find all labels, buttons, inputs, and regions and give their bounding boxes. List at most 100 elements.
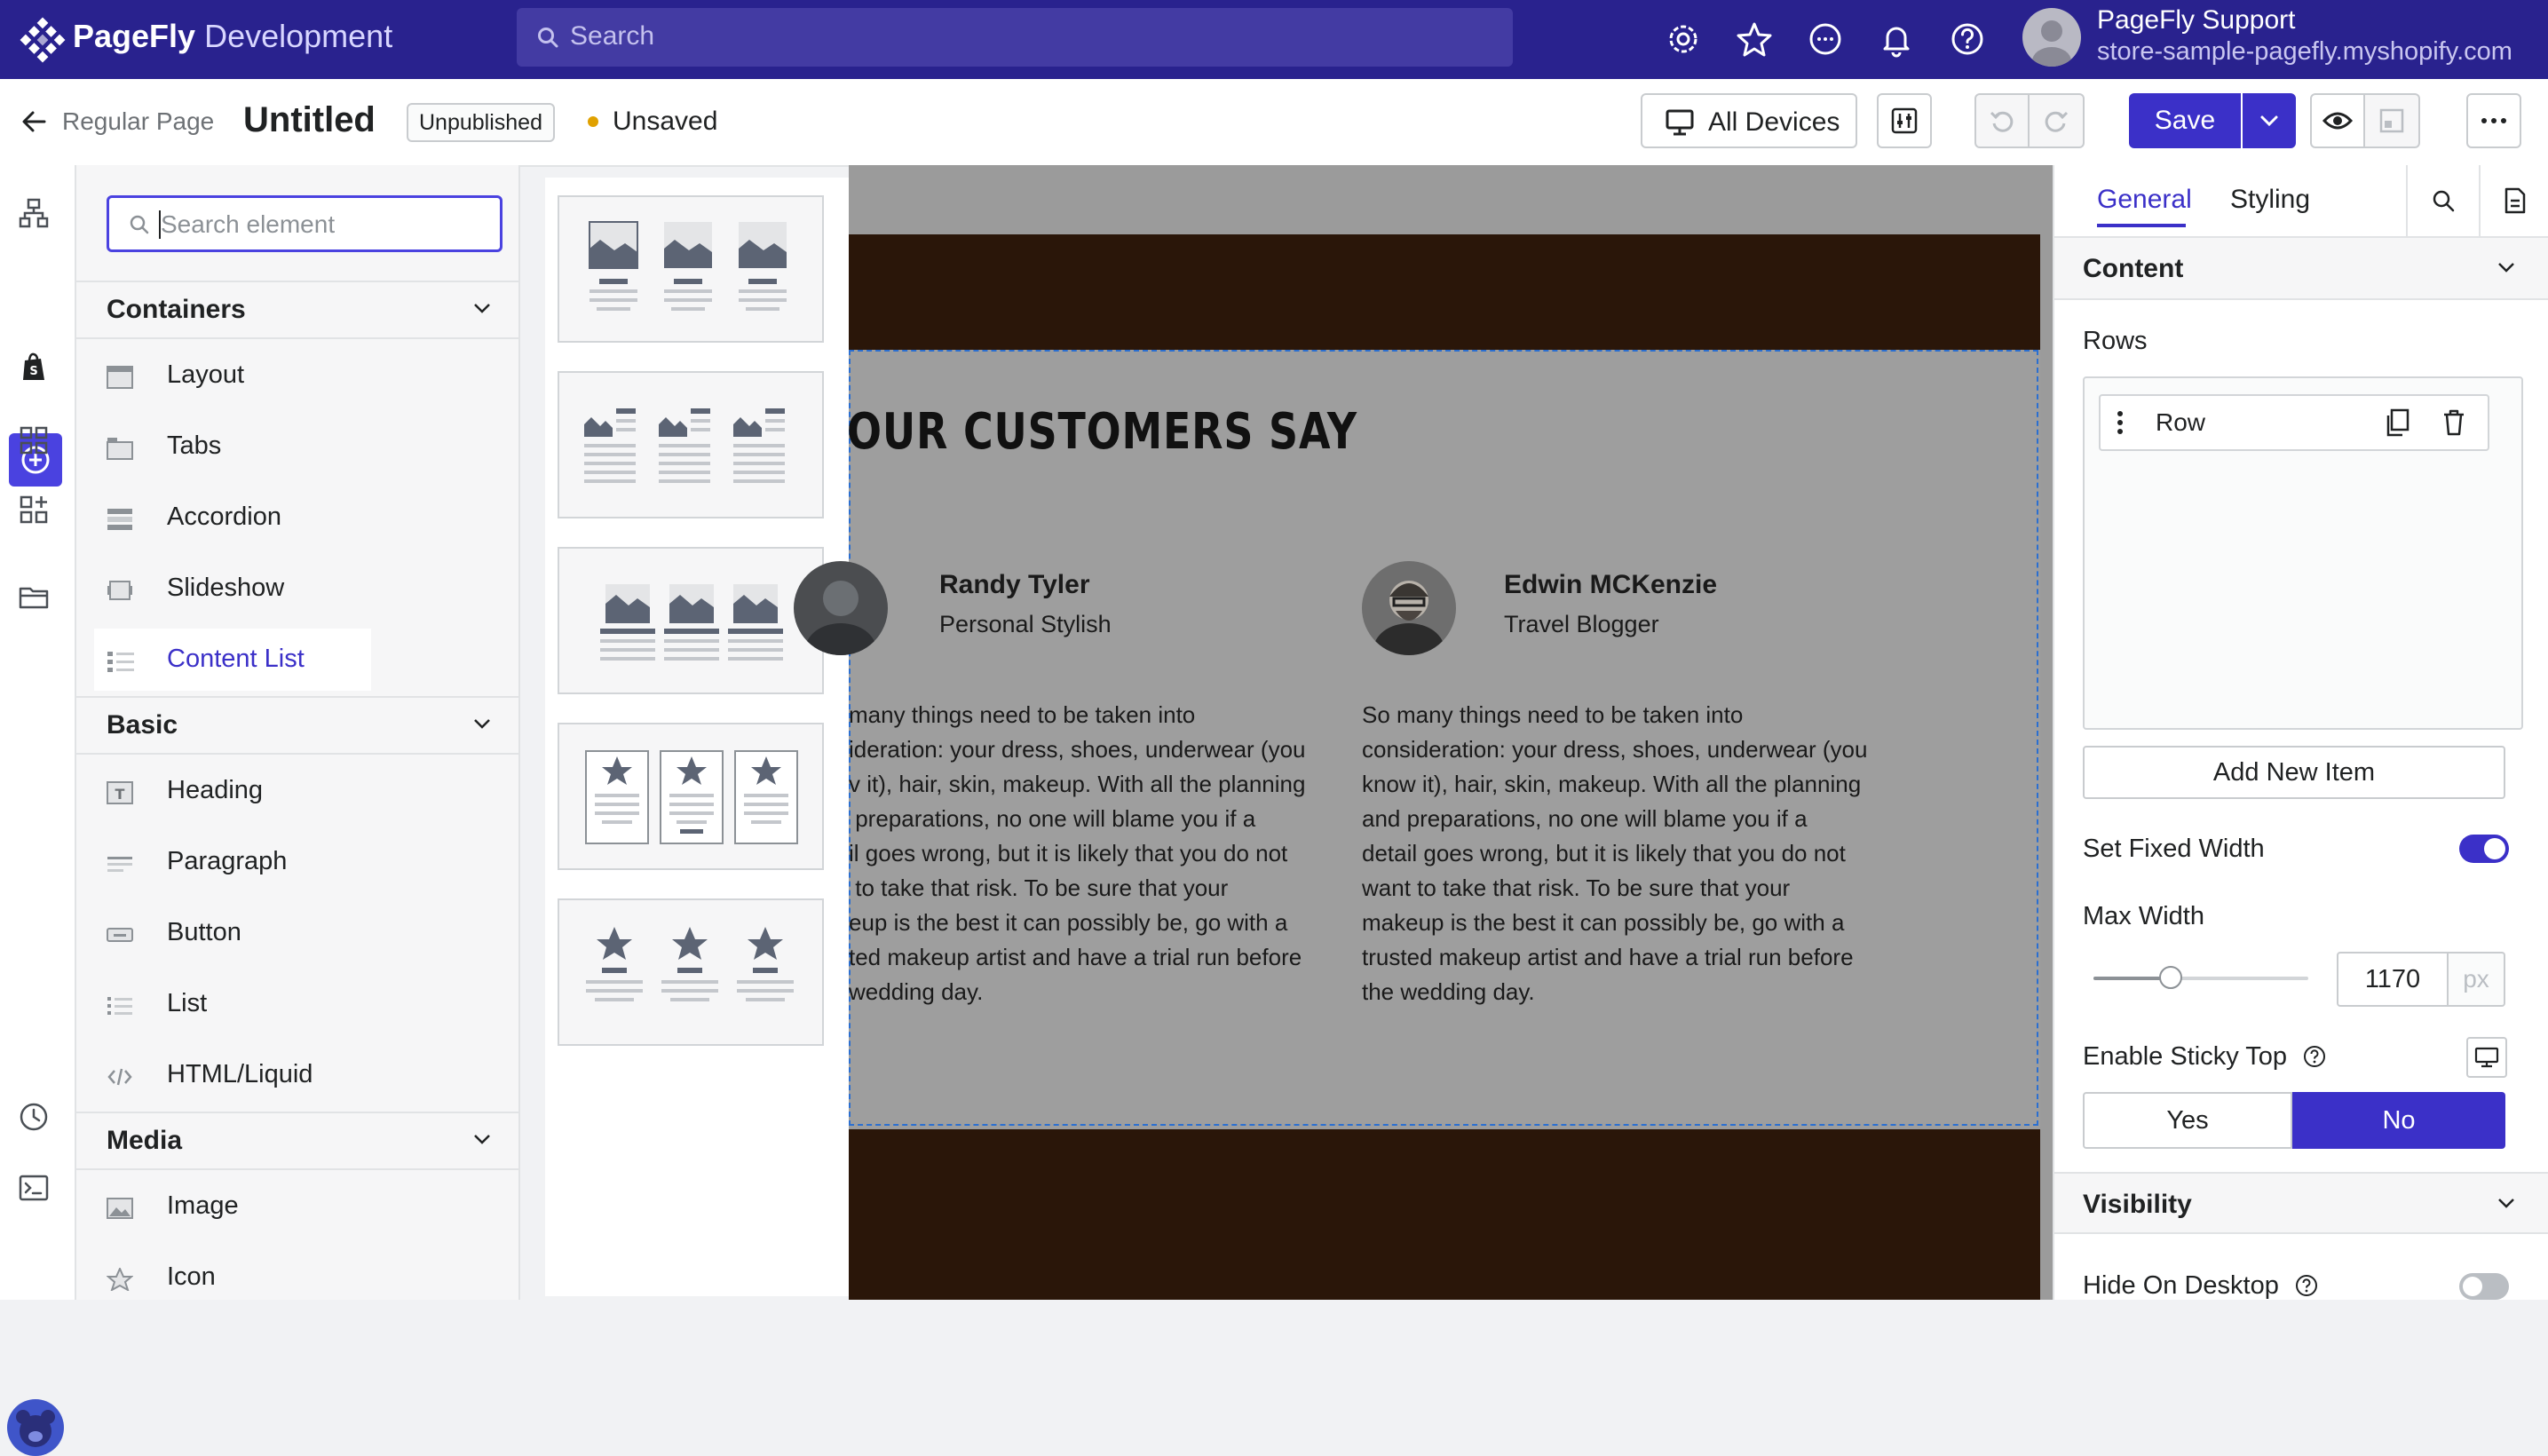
redo-button[interactable] xyxy=(2030,93,2085,148)
save-button[interactable]: Save xyxy=(2129,93,2241,148)
help-icon[interactable] xyxy=(2303,1045,2326,1068)
star-icon xyxy=(107,1268,133,1291)
tab-general[interactable]: General xyxy=(2097,185,2192,215)
hide-desktop-label: Hide On Desktop xyxy=(2083,1271,2318,1301)
help-icon[interactable] xyxy=(2295,1274,2318,1297)
sticky-no-button[interactable]: No xyxy=(2292,1092,2505,1149)
element-paragraph[interactable]: Paragraph xyxy=(94,831,446,893)
testimonial-photo[interactable] xyxy=(794,561,888,655)
sticky-top-text: Enable Sticky Top xyxy=(2083,1042,2287,1071)
shopify-icon[interactable]: S xyxy=(18,352,50,384)
testimonial-text[interactable]: many things need to be taken into iderat… xyxy=(849,698,1306,1009)
page-structure-icon[interactable] xyxy=(18,197,50,229)
chevron-down-icon xyxy=(2497,1197,2516,1209)
image-icon xyxy=(107,1197,133,1220)
element-content-list[interactable]: Content List xyxy=(94,629,371,691)
element-search-input[interactable]: Search element xyxy=(107,195,502,252)
save-options-button[interactable] xyxy=(2243,93,2296,148)
element-layout[interactable]: Layout xyxy=(94,344,446,407)
page-canvas[interactable]: OUR CUSTOMERS SAY Randy Tyler Personal S… xyxy=(794,165,2053,1300)
duplicate-icon[interactable] xyxy=(2385,408,2410,437)
dark-section-bottom[interactable] xyxy=(849,1129,2040,1300)
undo-button[interactable] xyxy=(1974,93,2030,148)
user-avatar[interactable] xyxy=(2022,8,2081,67)
hide-desktop-toggle[interactable] xyxy=(2459,1273,2509,1300)
settings-gear-icon[interactable] xyxy=(1664,20,1703,59)
element-accordion[interactable]: Accordion xyxy=(94,487,446,549)
star-icon[interactable] xyxy=(1735,20,1774,59)
inspector-doc-button[interactable] xyxy=(2479,165,2548,236)
help-icon[interactable] xyxy=(1948,20,1987,59)
section-media[interactable]: Media xyxy=(76,1112,518,1170)
content-list-variant[interactable] xyxy=(558,371,824,518)
testimonial-text[interactable]: So many things need to be taken into con… xyxy=(1362,698,1867,1009)
sections-grid-icon[interactable] xyxy=(18,424,50,456)
element-label: Button xyxy=(167,918,241,946)
element-image[interactable]: Image xyxy=(94,1175,446,1238)
redo-icon xyxy=(2043,107,2069,134)
tab-styling[interactable]: Styling xyxy=(2230,185,2310,215)
trash-icon[interactable] xyxy=(2441,408,2466,437)
drag-handle-icon[interactable] xyxy=(2117,410,2124,435)
element-tabs[interactable]: Tabs xyxy=(94,415,446,478)
sticky-yes-button[interactable]: Yes xyxy=(2083,1092,2292,1149)
element-slideshow[interactable]: Slideshow xyxy=(94,558,446,620)
history-clock-icon[interactable] xyxy=(18,1101,50,1133)
inspector-search-button[interactable] xyxy=(2406,165,2479,236)
dark-section-top[interactable] xyxy=(849,234,2040,350)
element-label: Accordion xyxy=(167,502,281,531)
testimonial-name[interactable]: Randy Tyler xyxy=(939,570,1090,600)
chat-icon[interactable] xyxy=(1806,20,1845,59)
element-search-placeholder: Search element xyxy=(161,210,336,238)
visibility-section-header[interactable]: Visibility xyxy=(2054,1172,2548,1234)
search-icon xyxy=(2431,188,2456,213)
chevron-down-icon xyxy=(2259,115,2279,127)
fixed-width-toggle[interactable] xyxy=(2459,835,2509,863)
desktop-icon xyxy=(2474,1047,2499,1068)
page-title[interactable]: Untitled xyxy=(243,100,376,140)
user-store[interactable]: store-sample-pagefly.myshopify.com xyxy=(2097,37,2512,67)
element-list[interactable]: List xyxy=(94,973,446,1035)
preview-button[interactable] xyxy=(2310,93,2365,148)
list-icon xyxy=(107,994,133,1017)
content-list-variant[interactable] xyxy=(558,547,824,694)
publish-button[interactable] xyxy=(2365,93,2420,148)
element-heading[interactable]: T Heading xyxy=(94,760,446,822)
testimonial-photo[interactable] xyxy=(1362,561,1456,655)
max-width-unit[interactable]: px xyxy=(2449,952,2505,1007)
max-width-slider-handle[interactable] xyxy=(2159,966,2182,989)
add-new-item-button[interactable]: Add New Item xyxy=(2083,746,2505,799)
support-bear-avatar[interactable] xyxy=(7,1399,64,1456)
folder-icon[interactable] xyxy=(18,581,50,613)
testimonial-name[interactable]: Edwin MCKenzie xyxy=(1504,570,1717,600)
page-type-label[interactable]: Regular Page xyxy=(62,107,214,136)
section-basic[interactable]: Basic xyxy=(76,696,518,755)
testimonial-role[interactable]: Travel Blogger xyxy=(1504,611,1659,638)
all-devices-button[interactable]: All Devices xyxy=(1641,93,1857,148)
variant-preview-icon xyxy=(584,408,785,483)
testimonial-role[interactable]: Personal Stylish xyxy=(939,611,1112,638)
page-settings-button[interactable] xyxy=(1877,93,1932,148)
content-list-variant[interactable] xyxy=(558,723,824,870)
row-item[interactable]: Row xyxy=(2099,394,2489,451)
bell-icon[interactable] xyxy=(1877,20,1916,59)
element-html-liquid[interactable]: HTML/Liquid xyxy=(94,1044,446,1106)
section-containers[interactable]: Containers xyxy=(76,281,518,339)
content-list-variant[interactable] xyxy=(558,195,824,343)
content-section-header[interactable]: Content xyxy=(2054,238,2548,300)
user-name[interactable]: PageFly Support xyxy=(2097,5,2295,36)
rows-list: Row xyxy=(2083,376,2523,730)
element-label: Tabs xyxy=(167,431,222,460)
toggle-knob xyxy=(2463,1277,2482,1296)
more-options-button[interactable] xyxy=(2466,93,2521,148)
content-list-variant[interactable] xyxy=(558,898,824,1046)
variant-preview-icon xyxy=(600,584,783,661)
apps-icon[interactable] xyxy=(18,494,50,526)
global-search-input[interactable]: Search xyxy=(517,8,1513,67)
testimonials-heading[interactable]: OUR CUSTOMERS SAY xyxy=(847,403,1357,461)
max-width-input[interactable]: 1170 xyxy=(2337,952,2449,1007)
element-button[interactable]: Button xyxy=(94,902,446,964)
code-terminal-icon[interactable] xyxy=(18,1172,50,1204)
sticky-device-button[interactable] xyxy=(2466,1037,2507,1078)
back-arrow-icon[interactable] xyxy=(18,106,50,138)
